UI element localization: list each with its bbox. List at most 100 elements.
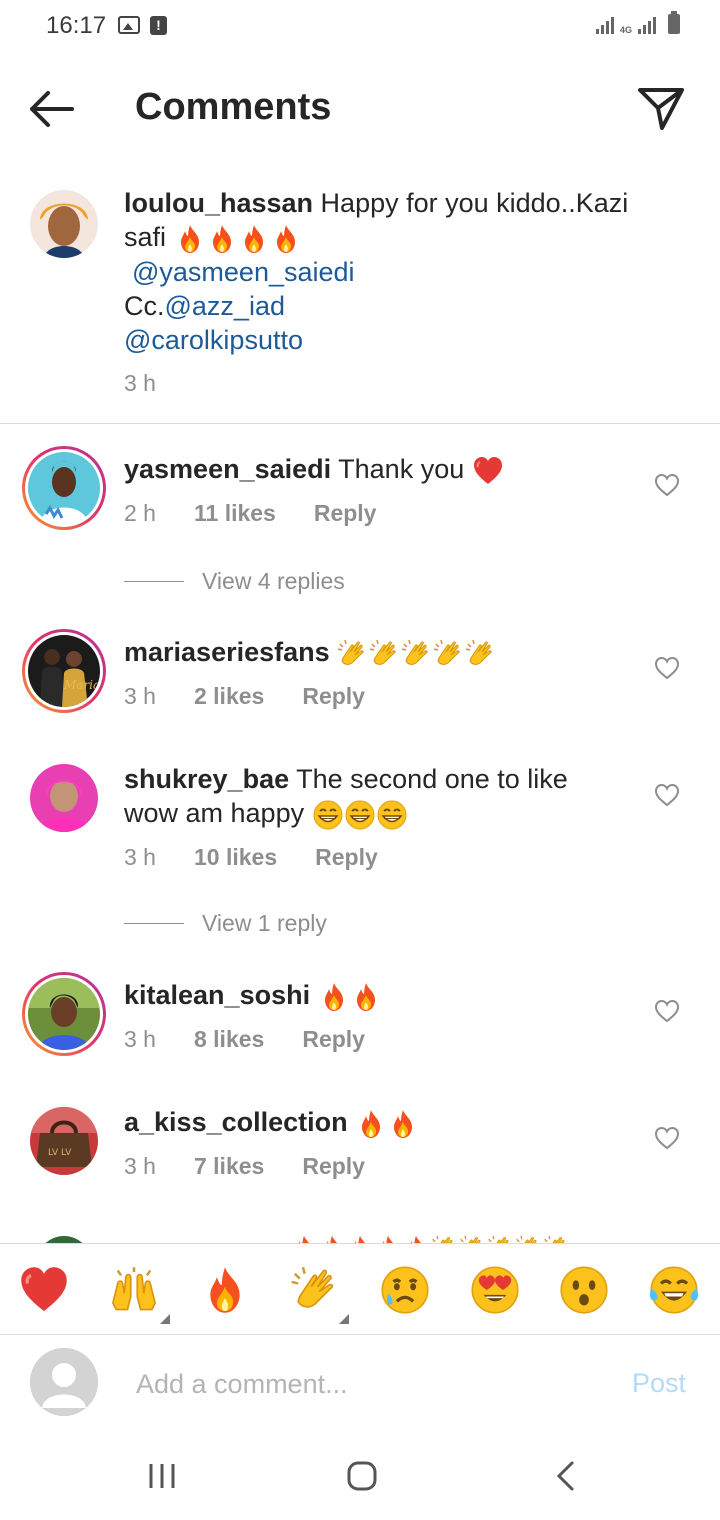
grinning-face-emoji [376, 799, 408, 831]
battery-icon [668, 11, 680, 34]
fire-emoji-button[interactable] [199, 1264, 251, 1316]
heart-eyes-emoji-button[interactable] [469, 1264, 521, 1316]
caption-text-line1: Happy for you kiddo..Kazi [313, 188, 629, 218]
header: Comments [0, 60, 720, 160]
fire-emoji [350, 981, 382, 1013]
comment-username[interactable]: yasmeen_saiedi [124, 454, 331, 484]
signal-icon [595, 16, 614, 34]
crying-face-emoji-button[interactable] [379, 1264, 431, 1316]
comment-text: a_kiss_collection [124, 1105, 654, 1140]
user-avatar [30, 1348, 98, 1416]
reply-button[interactable]: Reply [302, 683, 365, 710]
fire-emoji [290, 1234, 318, 1243]
clapping-hands-emoji [433, 638, 465, 670]
comment-input-row: Post [0, 1336, 720, 1432]
mention-link[interactable]: @yasmeen_saiedi [124, 255, 654, 289]
mention-link[interactable]: @azz_iad [165, 291, 285, 321]
direct-send-icon[interactable] [636, 84, 686, 134]
page-title: Comments [135, 86, 332, 128]
svg-text:Maria: Maria [63, 678, 100, 692]
story-ring-avatar[interactable] [22, 972, 106, 1056]
avatar[interactable]: LV LV [30, 1107, 98, 1175]
mention-link[interactable]: @carolkipsutto [124, 323, 654, 357]
like-heart-icon[interactable] [654, 999, 680, 1023]
reply-button[interactable]: Reply [315, 844, 378, 871]
grinning-face-emoji [312, 799, 344, 831]
comment-time: 3 h [124, 1026, 156, 1052]
back-nav-icon[interactable] [552, 1460, 580, 1492]
likes-count[interactable]: 7 likes [194, 1153, 264, 1180]
comment-meta: 3 h 7 likes Reply [124, 1153, 365, 1180]
view-replies-line [124, 923, 184, 924]
comment-content: The second one to like [289, 764, 568, 794]
fire-emoji [355, 1108, 387, 1140]
status-bar: 16:17 ! 4G [0, 0, 720, 56]
comment-content: Thank you [331, 454, 465, 484]
red-heart-emoji [472, 455, 504, 487]
gallery-notification-icon [118, 16, 140, 34]
fire-emoji [387, 1108, 419, 1140]
fire-emoji [238, 223, 270, 255]
caption-time: 3 h [124, 370, 156, 396]
comment-input[interactable] [136, 1364, 606, 1404]
avatar[interactable] [30, 764, 98, 832]
comment-meta: 3 h 10 likes Reply [124, 844, 378, 871]
clapping-hands-emoji [465, 638, 497, 670]
clapping-hands-emoji [430, 1234, 458, 1243]
alert-notification-icon: ! [150, 16, 167, 35]
tears-of-joy-emoji-button[interactable] [648, 1264, 700, 1316]
likes-count[interactable]: 11 likes [194, 500, 276, 527]
likes-count[interactable]: 8 likes [194, 1026, 264, 1053]
reply-button[interactable]: Reply [314, 500, 377, 527]
post-button[interactable]: Post [632, 1368, 686, 1399]
reply-button[interactable]: Reply [302, 1026, 365, 1053]
view-replies-button[interactable]: View 4 replies [124, 568, 345, 595]
view-replies-label: View 4 replies [202, 568, 345, 594]
home-icon[interactable] [346, 1460, 378, 1492]
fire-emoji [206, 223, 238, 255]
raising-hands-emoji-button[interactable] [108, 1264, 160, 1316]
status-time: 16:17 [46, 12, 107, 39]
avatar[interactable] [36, 1236, 92, 1243]
comment-meta: 2 h 11 likes Reply [124, 500, 376, 527]
skin-tone-indicator [339, 1314, 349, 1324]
comment-time: 3 h [124, 844, 156, 870]
red-heart-emoji-button[interactable] [18, 1264, 70, 1316]
fire-emoji [318, 981, 350, 1013]
fire-emoji [318, 1234, 346, 1243]
avatar[interactable] [30, 190, 98, 258]
like-heart-icon[interactable] [654, 783, 680, 807]
caption-username[interactable]: loulou_hassan [124, 188, 313, 218]
story-ring-avatar[interactable]: Maria [22, 629, 106, 713]
system-nav-bar [0, 1432, 720, 1520]
comment-time: 3 h [124, 683, 156, 709]
surprised-face-emoji-button[interactable] [558, 1264, 610, 1316]
emoji-quick-bar [0, 1243, 720, 1335]
story-ring-avatar[interactable] [22, 446, 106, 530]
clapping-hands-emoji [458, 1234, 486, 1243]
comment-username[interactable]: kitalean_soshi [124, 980, 310, 1010]
likes-count[interactable]: 2 likes [194, 683, 264, 710]
view-replies-label: View 1 reply [202, 910, 327, 936]
back-arrow-icon[interactable] [24, 86, 78, 132]
comment-username[interactable]: mariaseriesfans [124, 637, 330, 667]
comment-item-partial [0, 1228, 720, 1243]
clapping-hands-emoji [369, 638, 401, 670]
comment-username[interactable]: shukrey_bae [124, 764, 289, 794]
network-type-label: 4G [619, 25, 632, 35]
signal-icon-2 [638, 16, 656, 34]
grinning-face-emoji [344, 799, 376, 831]
comment-text: kitalean_soshi [124, 978, 654, 1013]
clapping-hands-emoji-button[interactable] [290, 1264, 342, 1316]
clapping-hands-emoji [542, 1234, 570, 1243]
clapping-hands-emoji [401, 638, 433, 670]
view-replies-button[interactable]: View 1 reply [124, 910, 327, 937]
reply-button[interactable]: Reply [302, 1153, 365, 1180]
recent-apps-icon[interactable] [146, 1460, 178, 1492]
comment-username[interactable]: a_kiss_collection [124, 1107, 348, 1137]
likes-count[interactable]: 10 likes [194, 844, 277, 871]
like-heart-icon[interactable] [654, 473, 680, 497]
like-heart-icon[interactable] [654, 656, 680, 680]
comment-emoji-row [290, 1234, 570, 1243]
like-heart-icon[interactable] [654, 1126, 680, 1150]
